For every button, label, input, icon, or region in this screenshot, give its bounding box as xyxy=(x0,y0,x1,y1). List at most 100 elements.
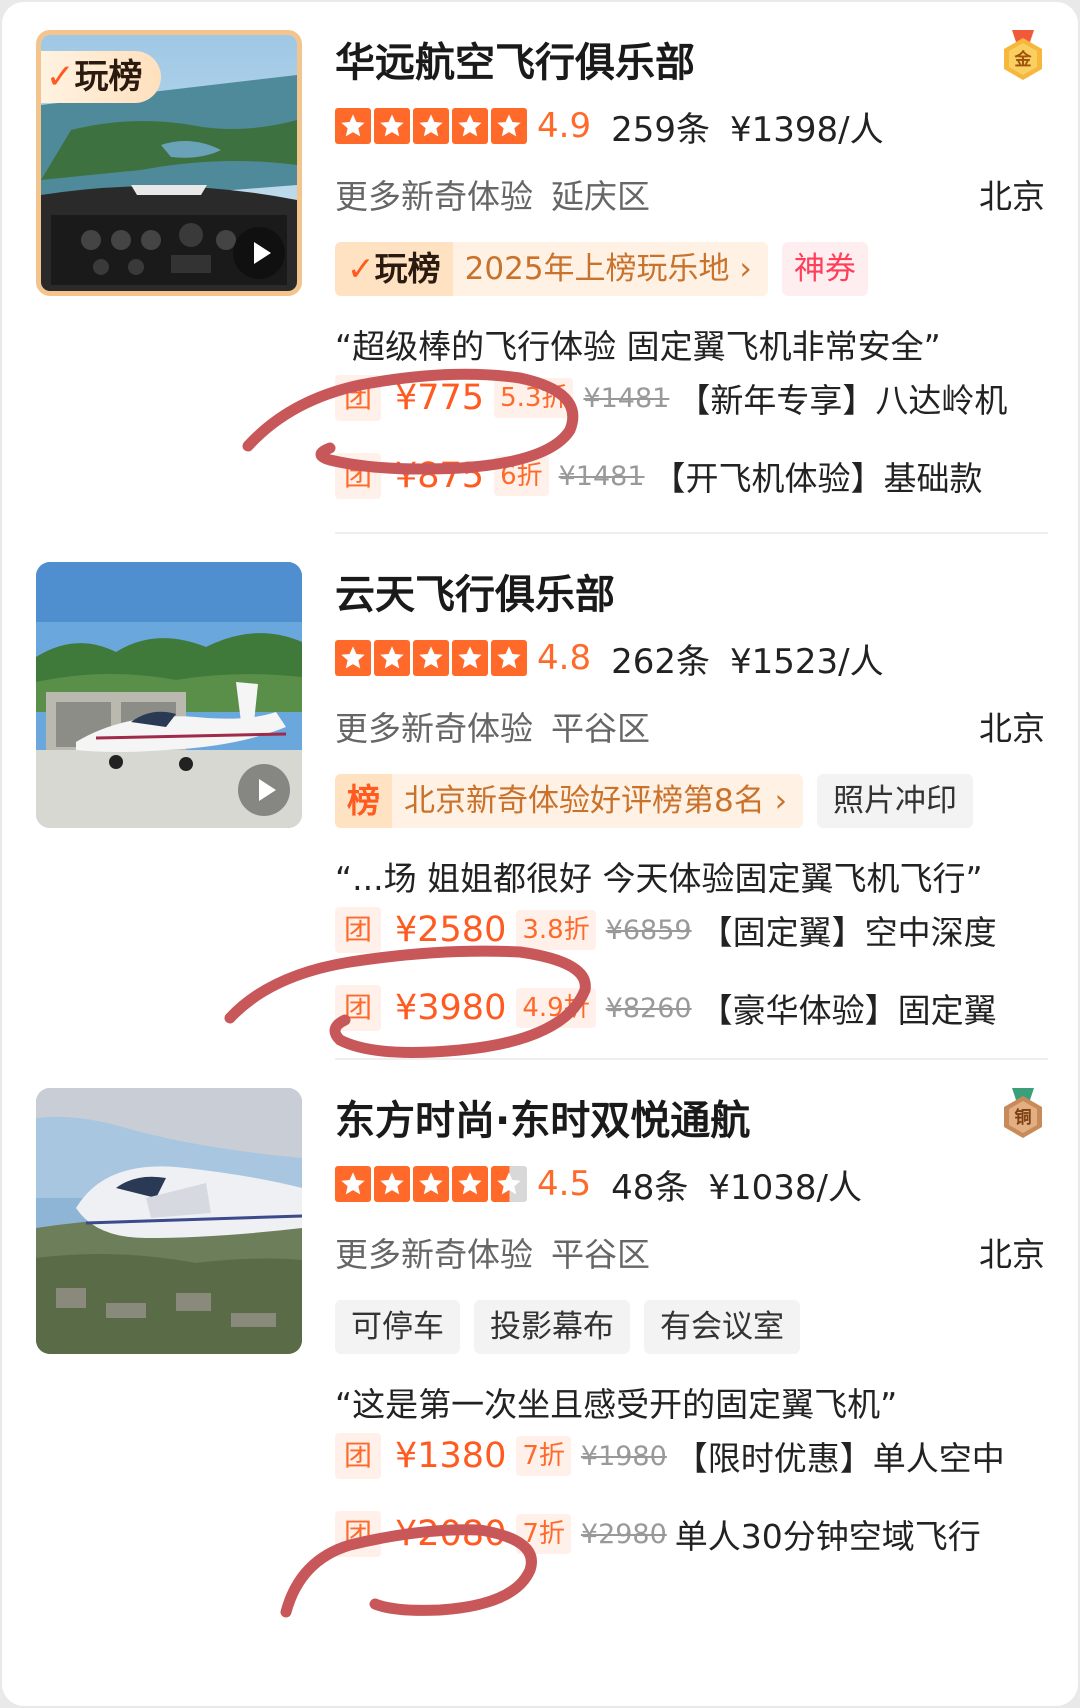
feature-tag-parking[interactable]: 可停车 xyxy=(335,1300,460,1354)
deal-discount: 4.9折 xyxy=(516,988,596,1028)
deal-row[interactable]: 团 ¥875 6折 ¥1481 【开飞机体验】基础款 xyxy=(335,450,983,502)
feature-tag[interactable]: 照片冲印 xyxy=(817,774,973,828)
tag-row: 可停车 投影幕布 有会议室 xyxy=(335,1300,800,1354)
meta-row: 更多新奇体验 延庆区 北京 xyxy=(335,170,1045,216)
deal-original-price: ¥2980 xyxy=(580,1518,667,1550)
city-label: 北京 xyxy=(979,177,1045,216)
ranking-badge: ✓玩榜 xyxy=(41,51,161,103)
star-icon xyxy=(452,640,488,676)
ranking-tag-mark-label: 榜 xyxy=(347,781,380,820)
gold-medal-icon: 金 xyxy=(1004,30,1042,80)
deal-price: ¥875 xyxy=(395,456,485,496)
rating-row: 4.9 259条 ¥1398/人 xyxy=(335,104,904,150)
feature-tag-projector[interactable]: 投影幕布 xyxy=(474,1300,630,1354)
star-icon xyxy=(452,1166,488,1202)
star-icon xyxy=(452,108,488,144)
tag-row: ✓玩榜 2025年上榜玩乐地 神券 xyxy=(335,242,868,296)
half-star-icon xyxy=(491,1166,527,1202)
group-deal-icon: 团 xyxy=(335,1511,381,1557)
deal-discount: 7折 xyxy=(516,1514,571,1554)
deal-title: 单人30分钟空域飞行 xyxy=(674,1517,981,1556)
ranking-tag-mark-label: 玩榜 xyxy=(374,249,441,288)
review-quote: “...场 姐姐都很好 今天体验固定翼飞机飞行” xyxy=(335,859,983,898)
bronze-medal-icon: 铜 xyxy=(1004,1088,1042,1138)
star-icon xyxy=(335,640,371,676)
listing-sheet: ✓玩榜 华远航空飞行俱乐部 4.9 259条 ¥1398/人 更多新奇体验 延庆区… xyxy=(2,2,1078,1706)
coupon-tag[interactable]: 神券 xyxy=(781,242,868,296)
category-label: 更多新奇体验 xyxy=(335,1235,533,1274)
play-icon[interactable] xyxy=(238,764,290,816)
divider xyxy=(335,532,1048,534)
group-deal-icon: 团 xyxy=(335,453,381,499)
price-per-person: ¥1398/人 xyxy=(729,109,884,150)
star-icon xyxy=(491,108,527,144)
deal-price: ¥2580 xyxy=(395,910,507,950)
listing-title[interactable]: 华远航空飞行俱乐部 xyxy=(335,30,695,88)
deal-title: 【限时优惠】单人空中 xyxy=(674,1439,1005,1478)
ranking-badge-label: 玩榜 xyxy=(74,57,143,97)
deal-price: ¥2080 xyxy=(395,1514,507,1554)
star-icon xyxy=(335,1166,371,1202)
deal-row[interactable]: 团 ¥3980 4.9折 ¥8260 【豪华体验】固定翼 xyxy=(335,982,997,1034)
deal-price: ¥1380 xyxy=(395,1436,507,1476)
category-label: 更多新奇体验 xyxy=(335,177,533,216)
listing-thumbnail[interactable] xyxy=(36,1088,302,1354)
star-icon xyxy=(374,1166,410,1202)
district-label: 平谷区 xyxy=(551,709,650,748)
star-icon xyxy=(413,640,449,676)
group-deal-icon: 团 xyxy=(335,985,381,1031)
listing-title[interactable]: 云天飞行俱乐部 xyxy=(335,562,615,620)
star-icon xyxy=(491,640,527,676)
star-icon xyxy=(374,108,410,144)
aerial-photo xyxy=(36,1088,302,1354)
ranking-tag-text: 2025年上榜玩乐地 xyxy=(453,242,768,296)
deal-original-price: ¥1481 xyxy=(583,382,670,414)
deal-original-price: ¥1980 xyxy=(580,1440,667,1472)
feature-tag-meeting-room[interactable]: 有会议室 xyxy=(644,1300,800,1354)
deal-price: ¥775 xyxy=(395,378,485,418)
star-rating xyxy=(335,108,527,144)
deal-title: 【新年专享】八达岭机 xyxy=(677,381,1008,420)
ranking-tag[interactable]: 榜 北京新奇体验好评榜第8名 xyxy=(335,774,803,828)
star-icon xyxy=(413,108,449,144)
group-deal-icon: 团 xyxy=(335,375,381,421)
deal-discount: 6折 xyxy=(494,456,549,496)
deal-discount: 5.3折 xyxy=(494,378,574,418)
tag-row: 榜 北京新奇体验好评榜第8名 照片冲印 xyxy=(335,774,973,828)
deal-original-price: ¥6859 xyxy=(605,914,692,946)
rating-score: 4.9 xyxy=(537,106,592,146)
listing-title[interactable]: 东方时尚·东时双悦通航 xyxy=(335,1088,750,1146)
price-per-person: ¥1523/人 xyxy=(729,641,884,682)
listing-thumbnail[interactable] xyxy=(36,562,302,828)
deal-title: 【豪华体验】固定翼 xyxy=(699,991,997,1030)
ranking-tag-mark: 榜 xyxy=(335,774,392,828)
deal-row[interactable]: 团 ¥2080 7折 ¥2980 单人30分钟空域飞行 xyxy=(335,1508,981,1560)
category-label: 更多新奇体验 xyxy=(335,709,533,748)
play-icon[interactable] xyxy=(233,227,285,279)
deal-title: 【固定翼】空中深度 xyxy=(699,913,997,952)
ranking-tag-mark: ✓玩榜 xyxy=(335,242,453,296)
divider xyxy=(335,1058,1048,1060)
deal-discount: 7折 xyxy=(516,1436,571,1476)
rating-score: 4.8 xyxy=(537,638,592,678)
star-rating xyxy=(335,640,527,676)
price-per-person: ¥1038/人 xyxy=(708,1167,862,1208)
ranking-tag[interactable]: ✓玩榜 2025年上榜玩乐地 xyxy=(335,242,768,296)
city-label: 北京 xyxy=(979,709,1045,748)
group-deal-icon: 团 xyxy=(335,907,381,953)
rating-row: 4.5 48条 ¥1038/人 xyxy=(335,1162,882,1208)
deal-row[interactable]: 团 ¥2580 3.8折 ¥6859 【固定翼】空中深度 xyxy=(335,904,997,956)
star-icon xyxy=(335,108,371,144)
review-count: 262条 xyxy=(611,641,710,682)
deal-row[interactable]: 团 ¥1380 7折 ¥1980 【限时优惠】单人空中 xyxy=(335,1430,1005,1482)
deal-title: 【开飞机体验】基础款 xyxy=(652,459,983,498)
meta-row: 更多新奇体验 平谷区 北京 xyxy=(335,702,1045,748)
deal-original-price: ¥1481 xyxy=(558,460,645,492)
deal-price: ¥3980 xyxy=(395,988,507,1028)
ranking-tag-text: 北京新奇体验好评榜第8名 xyxy=(392,774,803,828)
listing-thumbnail[interactable]: ✓玩榜 xyxy=(36,30,302,296)
district-label: 平谷区 xyxy=(551,1235,650,1274)
deal-row[interactable]: 团 ¥775 5.3折 ¥1481 【新年专享】八达岭机 xyxy=(335,372,1007,424)
star-rating xyxy=(335,1166,527,1202)
review-quote: “这是第一次坐且感受开的固定翼飞机” xyxy=(335,1385,898,1424)
